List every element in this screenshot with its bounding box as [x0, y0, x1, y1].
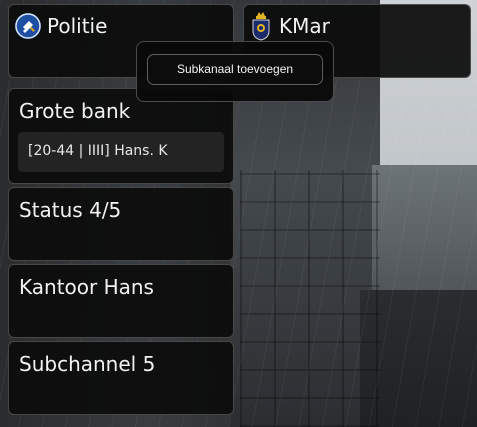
channel-name: KMar: [279, 14, 330, 38]
subchannel-title: Subchannel 5: [19, 352, 156, 376]
add-subchannel-button[interactable]: Subkanaal toevoegen: [147, 54, 323, 85]
member-row[interactable]: [20-44 | IIII] Hans. K: [18, 132, 224, 172]
subchannel-card-kantoor-hans[interactable]: Kantoor Hans: [8, 264, 234, 338]
police-badge-icon: [15, 13, 41, 39]
subchannel-title: Grote bank: [19, 99, 131, 123]
subchannel-title: Status 4/5: [19, 198, 122, 222]
subchannel-card-grote-bank[interactable]: Grote bank [20-44 | IIII] Hans. K: [8, 88, 234, 184]
channel-name: Politie: [47, 14, 108, 38]
subchannel-card-subchannel-5[interactable]: Subchannel 5: [8, 341, 234, 415]
subchannel-card-status[interactable]: Status 4/5: [8, 187, 234, 261]
kmar-emblem-icon: [249, 11, 273, 41]
context-popup: Subkanaal toevoegen: [136, 41, 334, 102]
subchannel-title: Kantoor Hans: [19, 275, 154, 299]
